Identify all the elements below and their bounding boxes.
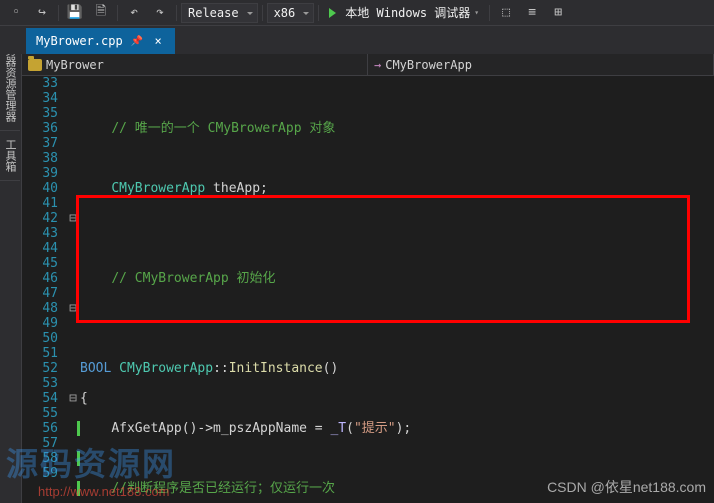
start-label: 本地 Windows 调试器 xyxy=(345,4,470,21)
main-toolbar: ◦ ↪ 💾 🗎 ↶ ↷ Release x86 本地 Windows 调试器 ▾… xyxy=(0,0,714,26)
nav-back-icon[interactable]: ◦ xyxy=(4,2,28,24)
class-scope-dropdown[interactable]: → CMyBrowerApp xyxy=(368,54,714,75)
side-tab-well: 服务器资源管理器 工具箱 xyxy=(0,26,22,503)
code-area[interactable]: // 唯一的一个 CMyBrowerApp 对象 CMyBrowerApp th… xyxy=(80,76,714,503)
project-scope-dropdown[interactable]: MyBrower xyxy=(22,54,368,75)
config-dropdown[interactable]: Release xyxy=(181,3,258,23)
start-debug-button[interactable]: 本地 Windows 调试器 ▾ xyxy=(323,3,485,23)
document-tab-strip: MyBrower.cpp 📌 × xyxy=(0,26,714,54)
undo-icon[interactable]: ↶ xyxy=(122,2,146,24)
pin-icon[interactable]: 📌 xyxy=(131,36,143,47)
redo-icon[interactable]: ↷ xyxy=(148,2,172,24)
tool-icon-2[interactable]: ≡ xyxy=(520,2,544,24)
file-tab[interactable]: MyBrower.cpp 📌 × xyxy=(26,28,175,54)
navigation-bar: MyBrower → CMyBrowerApp xyxy=(22,54,714,76)
save-all-icon[interactable]: 🗎 xyxy=(89,2,113,24)
code-editor[interactable]: 3334353637383940414243444546474849505152… xyxy=(22,76,714,503)
nav-fwd-icon[interactable]: ↪ xyxy=(30,2,54,24)
platform-dropdown[interactable]: x86 xyxy=(267,3,315,23)
play-icon xyxy=(329,8,341,18)
arrow-icon: → xyxy=(374,58,381,72)
nav-right-label: CMyBrowerApp xyxy=(385,58,472,72)
save-icon[interactable]: 💾 xyxy=(63,2,87,24)
side-tab-toolbox[interactable]: 工具箱 xyxy=(0,131,20,181)
tab-label: MyBrower.cpp xyxy=(36,34,123,48)
project-icon xyxy=(28,59,42,71)
fold-gutter: ⊟⊟⊟ xyxy=(66,76,80,503)
tool-icon-1[interactable]: ⬚ xyxy=(494,2,518,24)
nav-left-label: MyBrower xyxy=(46,58,104,72)
tool-icon-3[interactable]: ⊞ xyxy=(546,2,570,24)
line-number-gutter: 3334353637383940414243444546474849505152… xyxy=(22,76,66,503)
close-icon[interactable]: × xyxy=(151,34,165,48)
